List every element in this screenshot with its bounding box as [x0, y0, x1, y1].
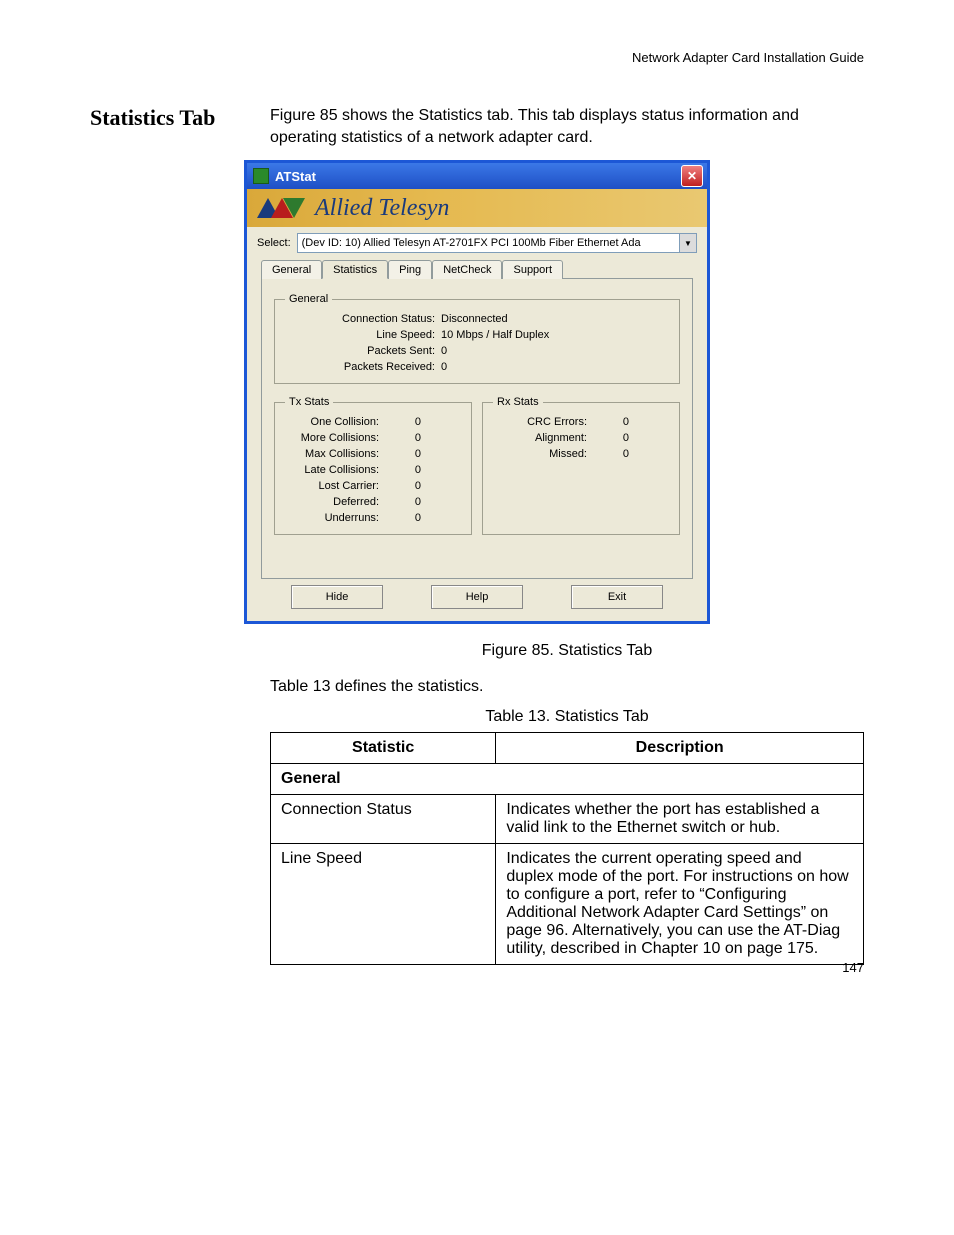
tab-general[interactable]: General	[261, 260, 322, 279]
chevron-down-icon: ▼	[679, 234, 696, 252]
window-titlebar: ATStat ✕	[247, 163, 707, 189]
tx-lost-carrier-value: 0	[385, 478, 421, 494]
select-label: Select:	[257, 237, 291, 249]
rx-legend: Rx Stats	[493, 396, 543, 408]
table-caption: Table 13. Statistics Tab	[270, 708, 864, 726]
rx-align-value: 0	[593, 430, 629, 446]
tx-legend: Tx Stats	[285, 396, 333, 408]
tx-lost-carrier-label: Lost Carrier:	[285, 478, 385, 494]
stat-name: Connection Status	[271, 795, 496, 844]
help-button[interactable]: Help	[431, 585, 523, 609]
tx-underruns-value: 0	[385, 510, 421, 526]
tx-underruns-label: Underruns:	[285, 510, 385, 526]
adapter-select[interactable]: (Dev ID: 10) Allied Telesyn AT-2701FX PC…	[297, 233, 697, 253]
packets-recv-label: Packets Received:	[285, 359, 441, 375]
general-legend: General	[285, 293, 332, 305]
col-statistic: Statistic	[271, 733, 496, 764]
brand-name: Allied Telesyn	[315, 195, 449, 222]
rx-stats-group: Rx Stats CRC Errors:0 Alignment:0 Missed…	[482, 396, 680, 535]
brand-logo-icon	[257, 196, 305, 220]
conn-status-value: Disconnected	[441, 311, 669, 327]
packets-sent-label: Packets Sent:	[285, 343, 441, 359]
figure-caption: Figure 85. Statistics Tab	[270, 642, 864, 660]
brand-bar: Allied Telesyn	[247, 189, 707, 227]
app-icon	[253, 168, 269, 184]
conn-status-label: Connection Status:	[285, 311, 441, 327]
close-button[interactable]: ✕	[681, 165, 703, 187]
table-row: Connection Status Indicates whether the …	[271, 795, 864, 844]
tx-max-coll-value: 0	[385, 446, 421, 462]
tab-netcheck[interactable]: NetCheck	[432, 260, 502, 279]
atstat-window: ATStat ✕ Allied Telesyn Select: (Dev ID:…	[244, 160, 710, 624]
tab-statistics[interactable]: Statistics	[322, 260, 388, 279]
tx-more-coll-label: More Collisions:	[285, 430, 385, 446]
line-speed-value: 10 Mbps / Half Duplex	[441, 327, 669, 343]
statistics-table: Statistic Description General Connection…	[270, 732, 864, 965]
group-general: General	[271, 764, 864, 795]
rx-missed-label: Missed:	[493, 446, 593, 462]
packets-sent-value: 0	[441, 343, 669, 359]
section-heading: Statistics Tab	[90, 105, 240, 148]
tab-strip: General Statistics Ping NetCheck Support	[261, 259, 693, 279]
line-speed-label: Line Speed:	[285, 327, 441, 343]
tab-support[interactable]: Support	[502, 260, 563, 279]
hide-button[interactable]: Hide	[291, 585, 383, 609]
page-number: 147	[842, 960, 864, 975]
rx-align-label: Alignment:	[493, 430, 593, 446]
close-icon: ✕	[687, 169, 697, 183]
tx-late-coll-label: Late Collisions:	[285, 462, 385, 478]
running-header: Network Adapter Card Installation Guide	[90, 50, 864, 65]
tx-deferred-label: Deferred:	[285, 494, 385, 510]
rx-crc-value: 0	[593, 414, 629, 430]
tx-more-coll-value: 0	[385, 430, 421, 446]
tx-late-coll-value: 0	[385, 462, 421, 478]
window-title: ATStat	[275, 169, 316, 184]
tx-one-coll-value: 0	[385, 414, 421, 430]
general-group: General Connection Status:Disconnected L…	[274, 293, 680, 384]
stat-desc: Indicates whether the port has establish…	[496, 795, 864, 844]
intro-paragraph: Figure 85 shows the Statistics tab. This…	[270, 105, 864, 148]
tx-one-coll-label: One Collision:	[285, 414, 385, 430]
stat-name: Line Speed	[271, 844, 496, 965]
tx-stats-group: Tx Stats One Collision:0 More Collisions…	[274, 396, 472, 535]
rx-crc-label: CRC Errors:	[493, 414, 593, 430]
tx-max-coll-label: Max Collisions:	[285, 446, 385, 462]
table-intro: Table 13 defines the statistics.	[270, 678, 864, 696]
exit-button[interactable]: Exit	[571, 585, 663, 609]
tx-deferred-value: 0	[385, 494, 421, 510]
tab-ping[interactable]: Ping	[388, 260, 432, 279]
packets-recv-value: 0	[441, 359, 669, 375]
stat-desc: Indicates the current operating speed an…	[496, 844, 864, 965]
table-row: Line Speed Indicates the current operati…	[271, 844, 864, 965]
col-description: Description	[496, 733, 864, 764]
rx-missed-value: 0	[593, 446, 629, 462]
adapter-select-value: (Dev ID: 10) Allied Telesyn AT-2701FX PC…	[298, 237, 679, 249]
tab-panel-statistics: General Connection Status:Disconnected L…	[261, 279, 693, 579]
